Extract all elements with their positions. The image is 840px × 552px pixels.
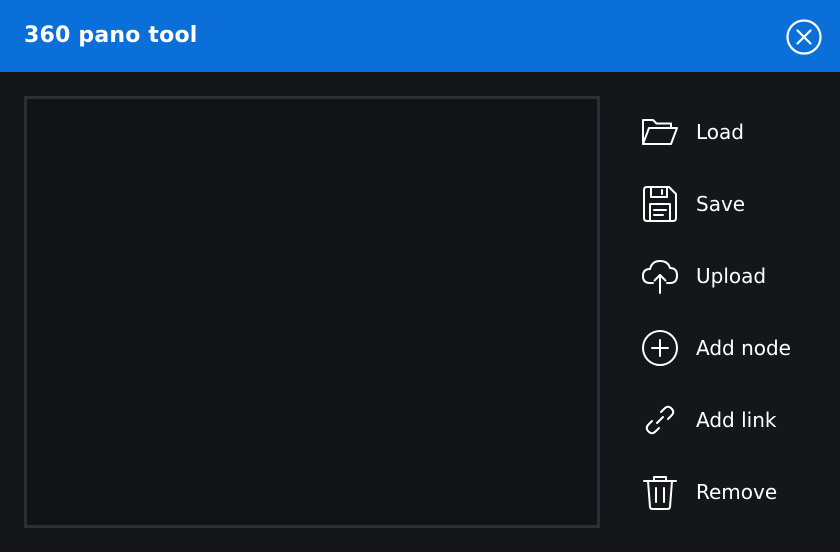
add-link-label: Add link: [696, 408, 777, 432]
window-title: 360 pano tool: [24, 23, 198, 48]
upload-label: Upload: [696, 264, 767, 288]
add-node-label: Add node: [696, 336, 791, 360]
upload-button[interactable]: Upload: [640, 240, 830, 312]
pano-tool-window: 360 pano tool Load Save Upload Add node …: [0, 0, 840, 552]
plus-circle-icon: [640, 328, 680, 368]
remove-label: Remove: [696, 480, 778, 504]
link-icon: [640, 400, 680, 440]
load-button[interactable]: Load: [640, 96, 830, 168]
pano-canvas[interactable]: [24, 96, 600, 528]
cloud-upload-icon: [640, 256, 680, 296]
add-node-button[interactable]: Add node: [640, 312, 830, 384]
close-button[interactable]: [785, 18, 823, 56]
add-link-button[interactable]: Add link: [640, 384, 830, 456]
remove-button[interactable]: Remove: [640, 456, 830, 528]
trash-icon: [640, 472, 680, 512]
folder-open-icon: [640, 112, 680, 152]
load-label: Load: [696, 120, 744, 144]
title-bar: 360 pano tool: [0, 0, 840, 72]
save-label: Save: [696, 192, 746, 216]
floppy-disk-icon: [640, 184, 680, 224]
close-icon: [786, 19, 822, 55]
action-menu: Load Save Upload Add node Add link Remov…: [640, 96, 830, 528]
save-button[interactable]: Save: [640, 168, 830, 240]
